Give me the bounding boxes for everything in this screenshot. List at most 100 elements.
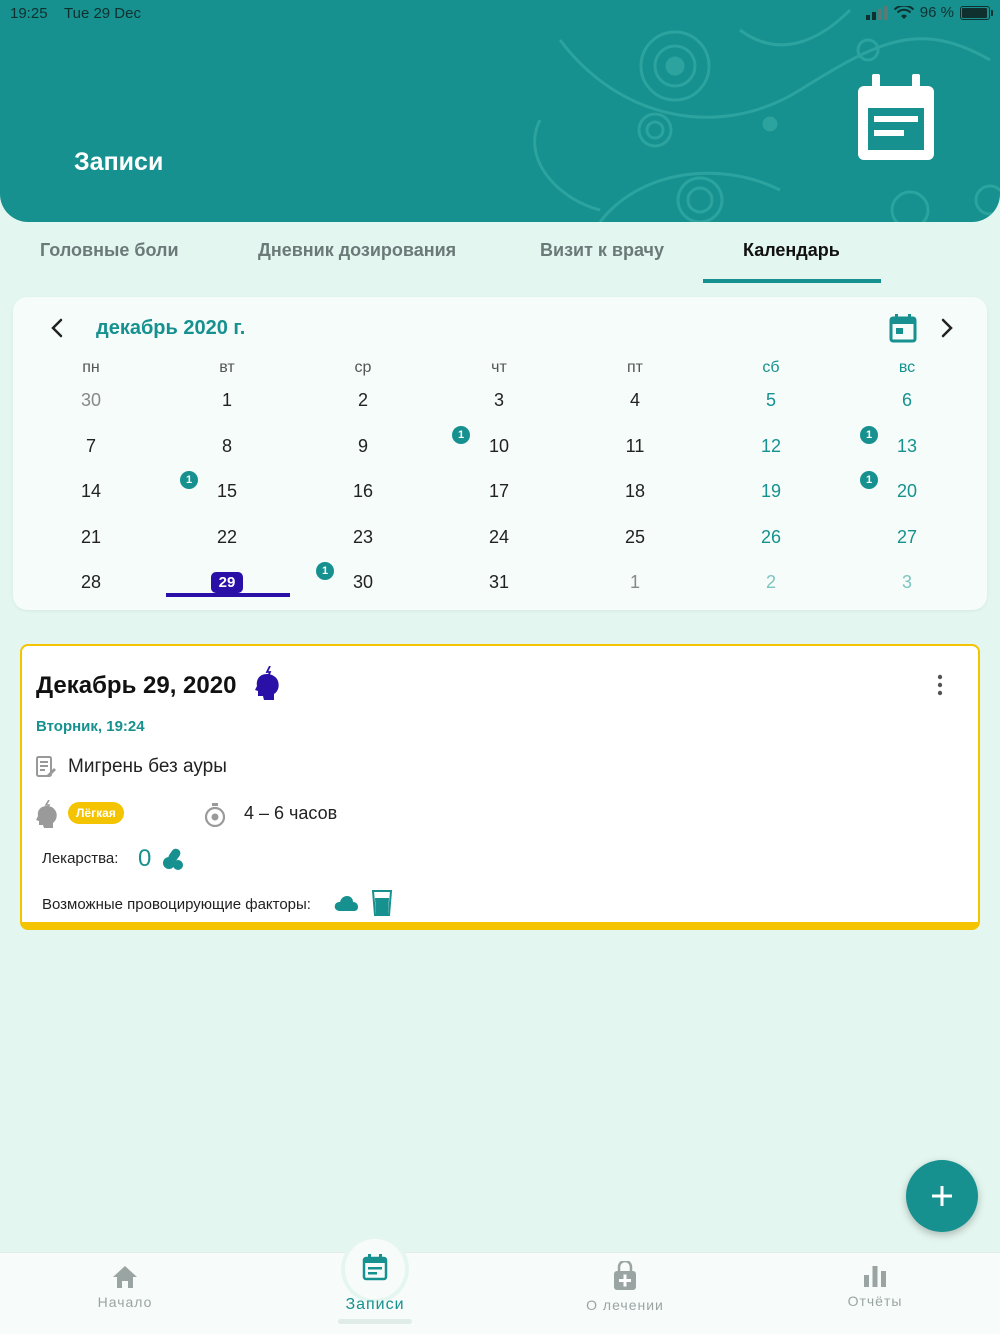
cellular-signal-icon: [865, 5, 888, 20]
nav-home-label: Начало: [97, 1294, 153, 1310]
status-bar: 19:25 Tue 29 Dec 96 %: [0, 0, 1000, 28]
add-entry-button[interactable]: [906, 1160, 978, 1232]
entry-count-badge: 1: [180, 471, 198, 489]
calendar-day[interactable]: 3: [867, 572, 947, 593]
floral-pattern-icon: [533, 8, 1000, 222]
calendar-day-number: 20: [896, 481, 918, 501]
calendar-day[interactable]: 26: [731, 527, 811, 548]
calendar-day[interactable]: 10: [459, 436, 539, 457]
calendar-day[interactable]: 3: [459, 390, 539, 411]
calendar-day[interactable]: 9: [323, 436, 403, 457]
calendar-day[interactable]: 2: [731, 572, 811, 593]
chevron-left-icon[interactable]: [45, 315, 71, 341]
calendar-day[interactable]: 19: [731, 481, 811, 502]
calendar-day[interactable]: 8: [187, 436, 267, 457]
calendar-day-number: 15: [216, 481, 238, 501]
tab-headaches[interactable]: Головные боли: [40, 240, 179, 261]
calendar-day[interactable]: 23: [323, 527, 403, 548]
water-glass-icon: [372, 890, 392, 916]
calendar-day-number: 22: [216, 527, 238, 547]
weekday-label: пн: [82, 359, 100, 376]
entry-diagnosis: Мигрень без ауры: [68, 756, 227, 777]
chevron-right-icon[interactable]: [933, 315, 959, 341]
active-tab-indicator: [703, 279, 881, 283]
calendar-day-selected[interactable]: 29: [187, 571, 267, 593]
calendar-day-number: 25: [624, 527, 646, 547]
battery-level: [962, 7, 987, 18]
battery-percent: 96 %: [919, 4, 954, 21]
nav-home[interactable]: Начало: [0, 1253, 250, 1334]
calendar-day[interactable]: 2: [323, 390, 403, 411]
nav-treatment[interactable]: О лечении: [500, 1253, 750, 1334]
calendar-day[interactable]: 1: [595, 572, 675, 593]
selected-day-underline: [166, 593, 290, 597]
calendar-day-number: 1: [629, 572, 640, 592]
calendar-card: декабрь 2020 г. пн вт ср чт пт сб вс 30 1 2 3 4 5 6 7 8…: [13, 297, 987, 610]
battery-icon: [960, 5, 993, 20]
calendar-day-number: 28: [80, 572, 102, 592]
calendar-day[interactable]: 16: [323, 481, 403, 502]
calendar-day-number: 7: [85, 436, 96, 456]
calendar-day[interactable]: 17: [459, 481, 539, 502]
calendar-day[interactable]: 6: [867, 390, 947, 411]
calendar-day-number: 18: [624, 481, 646, 501]
bar-chart-icon: [864, 1266, 886, 1287]
calendar-day-number: 19: [760, 481, 782, 501]
status-indicators: 96 %: [865, 4, 993, 21]
calendar-day-number: 21: [80, 527, 102, 547]
calendar-day[interactable]: 5: [731, 390, 811, 411]
weekday-label: сб: [762, 359, 780, 376]
tab-doctor-visit[interactable]: Визит к врачу: [540, 240, 664, 261]
calendar-day[interactable]: 22: [187, 527, 267, 548]
calendar-day-number: 2: [765, 572, 776, 592]
calendar-day-number: 1: [221, 390, 232, 410]
calendar-day[interactable]: 18: [595, 481, 675, 502]
headache-entry-card[interactable]: Декабрь 29, 2020 Вторник, 19:24 Мигрень …: [20, 644, 980, 930]
calendar-notes-icon: [362, 1254, 388, 1281]
weekday-label: вт: [219, 359, 235, 376]
calendar-day[interactable]: 31: [459, 572, 539, 593]
entry-duration: 4 – 6 часов: [244, 803, 338, 823]
calendar-day[interactable]: 27: [867, 527, 947, 548]
calendar-notes-icon: [858, 74, 934, 160]
calendar-day[interactable]: 12: [731, 436, 811, 457]
calendar-today-icon[interactable]: [889, 313, 917, 343]
calendar-day[interactable]: 14: [51, 481, 131, 502]
active-nav-indicator: [338, 1319, 412, 1324]
calendar-day-number: 2: [357, 390, 368, 410]
cloud-weather-icon: [334, 896, 358, 911]
entry-count-badge: 1: [452, 426, 470, 444]
nav-records[interactable]: Записи: [250, 1239, 500, 1334]
headache-head-icon: [255, 666, 279, 700]
calendar-day[interactable]: 21: [51, 527, 131, 548]
calendar-day[interactable]: 25: [595, 527, 675, 548]
calendar-day[interactable]: 30: [323, 572, 403, 593]
status-date: Tue 29 Dec: [64, 5, 141, 22]
entry-count-badge: 1: [860, 471, 878, 489]
calendar-day-number: 10: [488, 436, 510, 456]
calendar-day[interactable]: 24: [459, 527, 539, 548]
calendar-day[interactable]: 4: [595, 390, 675, 411]
plus-icon: [932, 1186, 952, 1206]
more-vertical-icon[interactable]: [928, 672, 952, 698]
calendar-day[interactable]: 15: [187, 481, 267, 502]
wifi-icon: [893, 5, 914, 19]
calendar-day[interactable]: 1: [187, 390, 267, 411]
tab-calendar[interactable]: Календарь: [743, 240, 840, 261]
medications-label: Лекарства:: [42, 850, 119, 867]
calendar-day-number: 13: [896, 436, 918, 456]
tab-dosage-diary[interactable]: Дневник дозирования: [258, 240, 456, 261]
nav-records-label: Записи: [345, 1296, 405, 1313]
calendar-day[interactable]: 7: [51, 436, 131, 457]
calendar-day[interactable]: 11: [595, 436, 675, 457]
weekday-label: пт: [627, 359, 643, 376]
calendar-day-number: 9: [357, 436, 368, 456]
calendar-day-number: 30: [80, 390, 102, 410]
medkit-icon: [614, 1261, 636, 1290]
calendar-day[interactable]: 20: [867, 481, 947, 502]
calendar-day[interactable]: 28: [51, 572, 131, 593]
nav-reports[interactable]: Отчёты: [750, 1253, 1000, 1334]
pills-icon: [163, 848, 183, 870]
calendar-day[interactable]: 30: [51, 390, 131, 411]
calendar-day[interactable]: 13: [867, 436, 947, 457]
